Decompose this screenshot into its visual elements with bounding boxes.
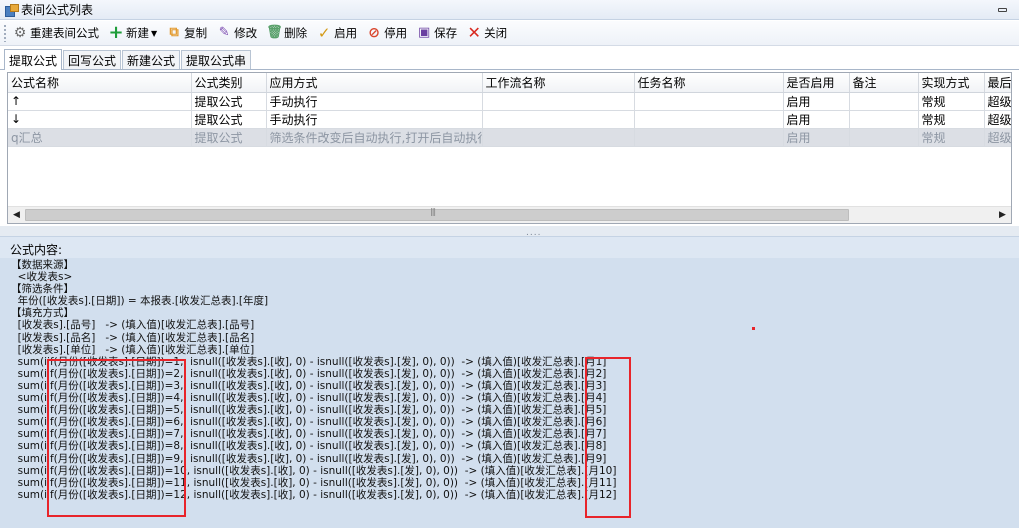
table-row[interactable]: ↑ 提取公式 手动执行 启用 常规 超级 (8, 92, 1011, 111)
plus-icon: + (108, 22, 124, 43)
formula-line: 【数据来源】 (11, 259, 74, 271)
highlight-box-month-condition (47, 359, 186, 517)
table-cell[interactable]: ↑ (8, 92, 192, 111)
tab-writeback-formula[interactable]: 回写公式 (63, 50, 122, 69)
trash-icon: 🗑 (266, 25, 283, 40)
tab-extract-formula-chain[interactable]: 提取公式串 (181, 50, 252, 69)
scroll-left-arrow-icon[interactable]: ◀ (8, 207, 25, 223)
formula-tabs: 提取公式 回写公式 新建公式 提取公式串 (0, 48, 1019, 70)
minimize-icon (997, 8, 1007, 12)
delete-label: 删除 (284, 26, 308, 40)
table-row[interactable]: ↓ 提取公式 手动执行 启用 常规 超级 (8, 110, 1011, 129)
column-header[interactable]: 备注 (849, 73, 919, 93)
app-icon (5, 3, 19, 17)
column-header[interactable]: 最后 (984, 73, 1011, 93)
close-icon: ✕ (467, 23, 481, 42)
table-header-row: 公式名称 公式类别 应用方式 工作流名称 任务名称 是否启用 备注 实现方式 最… (8, 73, 1011, 93)
table-cell[interactable]: 超级 (984, 128, 1011, 147)
column-header[interactable]: 是否启用 (783, 73, 850, 93)
enable-label: 启用 (334, 26, 358, 40)
dropdown-arrow-icon[interactable]: ▼ (151, 29, 157, 38)
window-titlebar: 表间公式列表 (0, 0, 1019, 20)
table-cell[interactable] (482, 92, 635, 111)
tab-extract-formula[interactable]: 提取公式 (4, 49, 63, 70)
delete-button[interactable]: 🗑 删除 (266, 22, 307, 44)
table-cell[interactable]: 提取公式 (191, 110, 267, 129)
table-cell[interactable]: 常规 (918, 128, 985, 147)
floppy-disk-icon: ▣ (418, 25, 431, 40)
table-cell[interactable] (849, 128, 919, 147)
table-cell[interactable]: 常规 (918, 92, 985, 111)
table-cell[interactable]: 手动执行 (266, 92, 483, 111)
formula-grid[interactable]: 公式名称 公式类别 应用方式 工作流名称 任务名称 是否启用 备注 实现方式 最… (7, 72, 1012, 224)
new-label: 新建 (126, 26, 149, 40)
disable-label: 停用 (384, 26, 408, 40)
highlight-box-month-target (585, 357, 631, 518)
formula-line: [收发表s].[品名] -> (填入值)[收发汇总表].[品名] (11, 331, 255, 344)
column-header[interactable]: 工作流名称 (482, 73, 635, 93)
scroll-right-arrow-icon[interactable]: ▶ (994, 207, 1011, 223)
formula-line: 【筛选条件】 (11, 283, 74, 296)
tab-new-formula[interactable]: 新建公式 (122, 50, 181, 69)
table-cell[interactable]: 启用 (783, 110, 850, 129)
table-cell[interactable]: 启用 (783, 128, 850, 147)
column-header[interactable]: 公式名称 (8, 73, 192, 93)
table-cell[interactable] (849, 92, 919, 111)
rebuild-formula-label: 重建表间公式 (30, 26, 99, 40)
edit-label: 修改 (234, 26, 258, 40)
column-header[interactable]: 任务名称 (634, 73, 784, 93)
edit-button[interactable]: ✎ 修改 (216, 22, 257, 44)
enable-button[interactable]: ✓ 启用 (316, 22, 357, 44)
table-cell[interactable] (634, 92, 784, 111)
copy-icon: ⧉ (169, 25, 179, 40)
copy-button[interactable]: ⧉ 复制 (166, 22, 208, 44)
disable-button[interactable]: ⊘ 停用 (366, 22, 407, 44)
close-label: 关闭 (484, 26, 508, 40)
formula-table: 公式名称 公式类别 应用方式 工作流名称 任务名称 是否启用 备注 实现方式 最… (8, 73, 1011, 147)
formula-line: [收发表s].[品号] -> (填入值)[收发汇总表].[品号] (11, 319, 255, 332)
table-cell[interactable] (482, 128, 635, 147)
table-cell[interactable]: 手动执行 (266, 110, 483, 129)
table-cell[interactable]: 筛选条件改变后自动执行,打开后自动执行… (266, 128, 483, 147)
toolbar-grip[interactable] (3, 24, 7, 42)
table-cell[interactable]: 超级 (984, 92, 1011, 111)
table-cell[interactable]: ↓ (8, 110, 192, 129)
gear-icon: ⚙ (13, 25, 27, 41)
table-cell[interactable]: 启用 (783, 92, 850, 111)
formula-line: 【填充方式】 (11, 307, 74, 320)
prohibited-icon: ⊘ (368, 25, 381, 41)
window-title: 表间公式列表 (21, 3, 94, 17)
table-cell[interactable] (634, 128, 784, 147)
save-button[interactable]: ▣ 保存 (416, 22, 457, 44)
formula-content-label: 公式内容: (0, 236, 1019, 258)
table-cell[interactable]: 超级 (984, 110, 1011, 129)
close-button[interactable]: ✕ 关闭 (466, 22, 507, 44)
formula-line: <收发表s> (11, 271, 73, 284)
table-cell[interactable] (482, 110, 635, 129)
panel-splitter[interactable]: .... (0, 226, 1019, 238)
table-cell[interactable] (634, 110, 784, 129)
rebuild-formula-button[interactable]: ⚙ 重建表间公式 (12, 22, 99, 44)
scrollbar-thumb[interactable] (25, 207, 849, 221)
table-cell[interactable] (849, 110, 919, 129)
formula-line: 年份([收发表s].[日期]) = 本报表.[收发汇总表].[年度] (11, 295, 269, 308)
column-header[interactable]: 公式类别 (191, 73, 267, 93)
new-button[interactable]: + 新建 ▼ (108, 22, 157, 44)
table-cell[interactable]: q汇总 (8, 128, 192, 147)
table-row[interactable]: q汇总 提取公式 筛选条件改变后自动执行,打开后自动执行… 启用 常规 超级 (8, 128, 1011, 147)
formula-line: [收发表s].[单位] -> (填入值)[收发汇总表].[单位] (11, 343, 255, 356)
minimize-button[interactable] (995, 5, 1009, 15)
copy-label: 复制 (184, 26, 208, 40)
table-cell[interactable]: 提取公式 (191, 128, 267, 147)
annotation-dot (752, 327, 755, 330)
pencil-icon: ✎ (218, 25, 230, 40)
checkmark-icon: ✓ (317, 24, 331, 42)
save-label: 保存 (434, 26, 458, 40)
column-header[interactable]: 实现方式 (918, 73, 985, 93)
column-header[interactable]: 应用方式 (266, 73, 483, 93)
horizontal-scrollbar[interactable]: ◀ ▶ (8, 206, 1011, 223)
table-cell[interactable]: 常规 (918, 110, 985, 129)
table-cell[interactable]: 提取公式 (191, 92, 267, 111)
toolbar: ⚙ 重建表间公式 + 新建 ▼ ⧉ 复制 ✎ 修改 🗑 删除 ✓ 启用 ⊘ 停用… (0, 21, 1019, 46)
